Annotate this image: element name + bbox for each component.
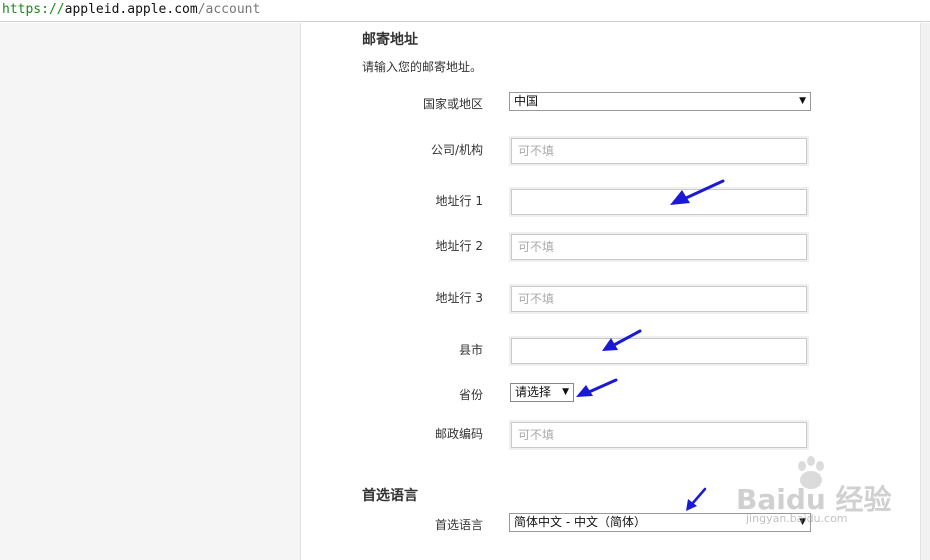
url-path: /account — [197, 2, 261, 17]
annotation-arrow-icon — [670, 179, 725, 205]
country-label: 国家或地区 — [422, 97, 483, 111]
company-label: 公司/机构 — [430, 143, 483, 157]
left-gutter — [0, 23, 301, 560]
preferred-language-title: 首选语言 — [362, 488, 418, 504]
address-line3-label: 地址行 3 — [435, 291, 483, 305]
province-select[interactable]: 请选择 ▼ — [510, 383, 574, 402]
address-line2-field[interactable]: 可不填 — [511, 234, 807, 260]
address-line2-label: 地址行 2 — [435, 239, 483, 253]
url-scheme: https:// — [2, 2, 65, 17]
city-label: 县市 — [458, 343, 483, 357]
province-label: 省份 — [458, 388, 483, 402]
annotation-arrow-icon — [686, 487, 707, 511]
address-line1-field[interactable] — [511, 189, 807, 215]
country-value: 中国 — [514, 94, 539, 108]
postal-code-label: 邮政编码 — [434, 427, 483, 441]
address-bar[interactable]: https://appleid.apple.com/account — [0, 0, 930, 22]
right-gutter — [920, 23, 930, 560]
url-host: appleid.apple.com — [64, 2, 198, 17]
postal-code-field[interactable]: 可不填 — [511, 422, 807, 448]
country-select[interactable]: 中国 ▼ — [509, 92, 811, 111]
province-value: 请选择 — [515, 385, 552, 399]
annotation-arrow-icon — [576, 378, 618, 397]
address-line1-label: 地址行 1 — [435, 194, 483, 208]
company-field[interactable]: 可不填 — [511, 138, 807, 164]
chevron-down-icon: ▼ — [562, 387, 569, 397]
preferred-language-value: 简体中文 - 中文（简体） — [514, 515, 646, 529]
annotation-arrow-icon — [602, 329, 642, 351]
mailing-address-description: 请输入您的邮寄地址。 — [362, 60, 483, 74]
city-field[interactable] — [511, 338, 807, 364]
chevron-down-icon: ▼ — [799, 96, 806, 106]
preferred-language-label: 首选语言 — [434, 518, 483, 532]
mailing-address-title: 邮寄地址 — [362, 32, 418, 48]
watermark: Baidu 经验 jingyan.baidu.com — [710, 456, 920, 560]
address-line3-field[interactable]: 可不填 — [511, 286, 807, 312]
url-text[interactable]: https://appleid.apple.com/account — [2, 2, 260, 18]
watermark-url: jingyan.baidu.com — [746, 512, 848, 525]
